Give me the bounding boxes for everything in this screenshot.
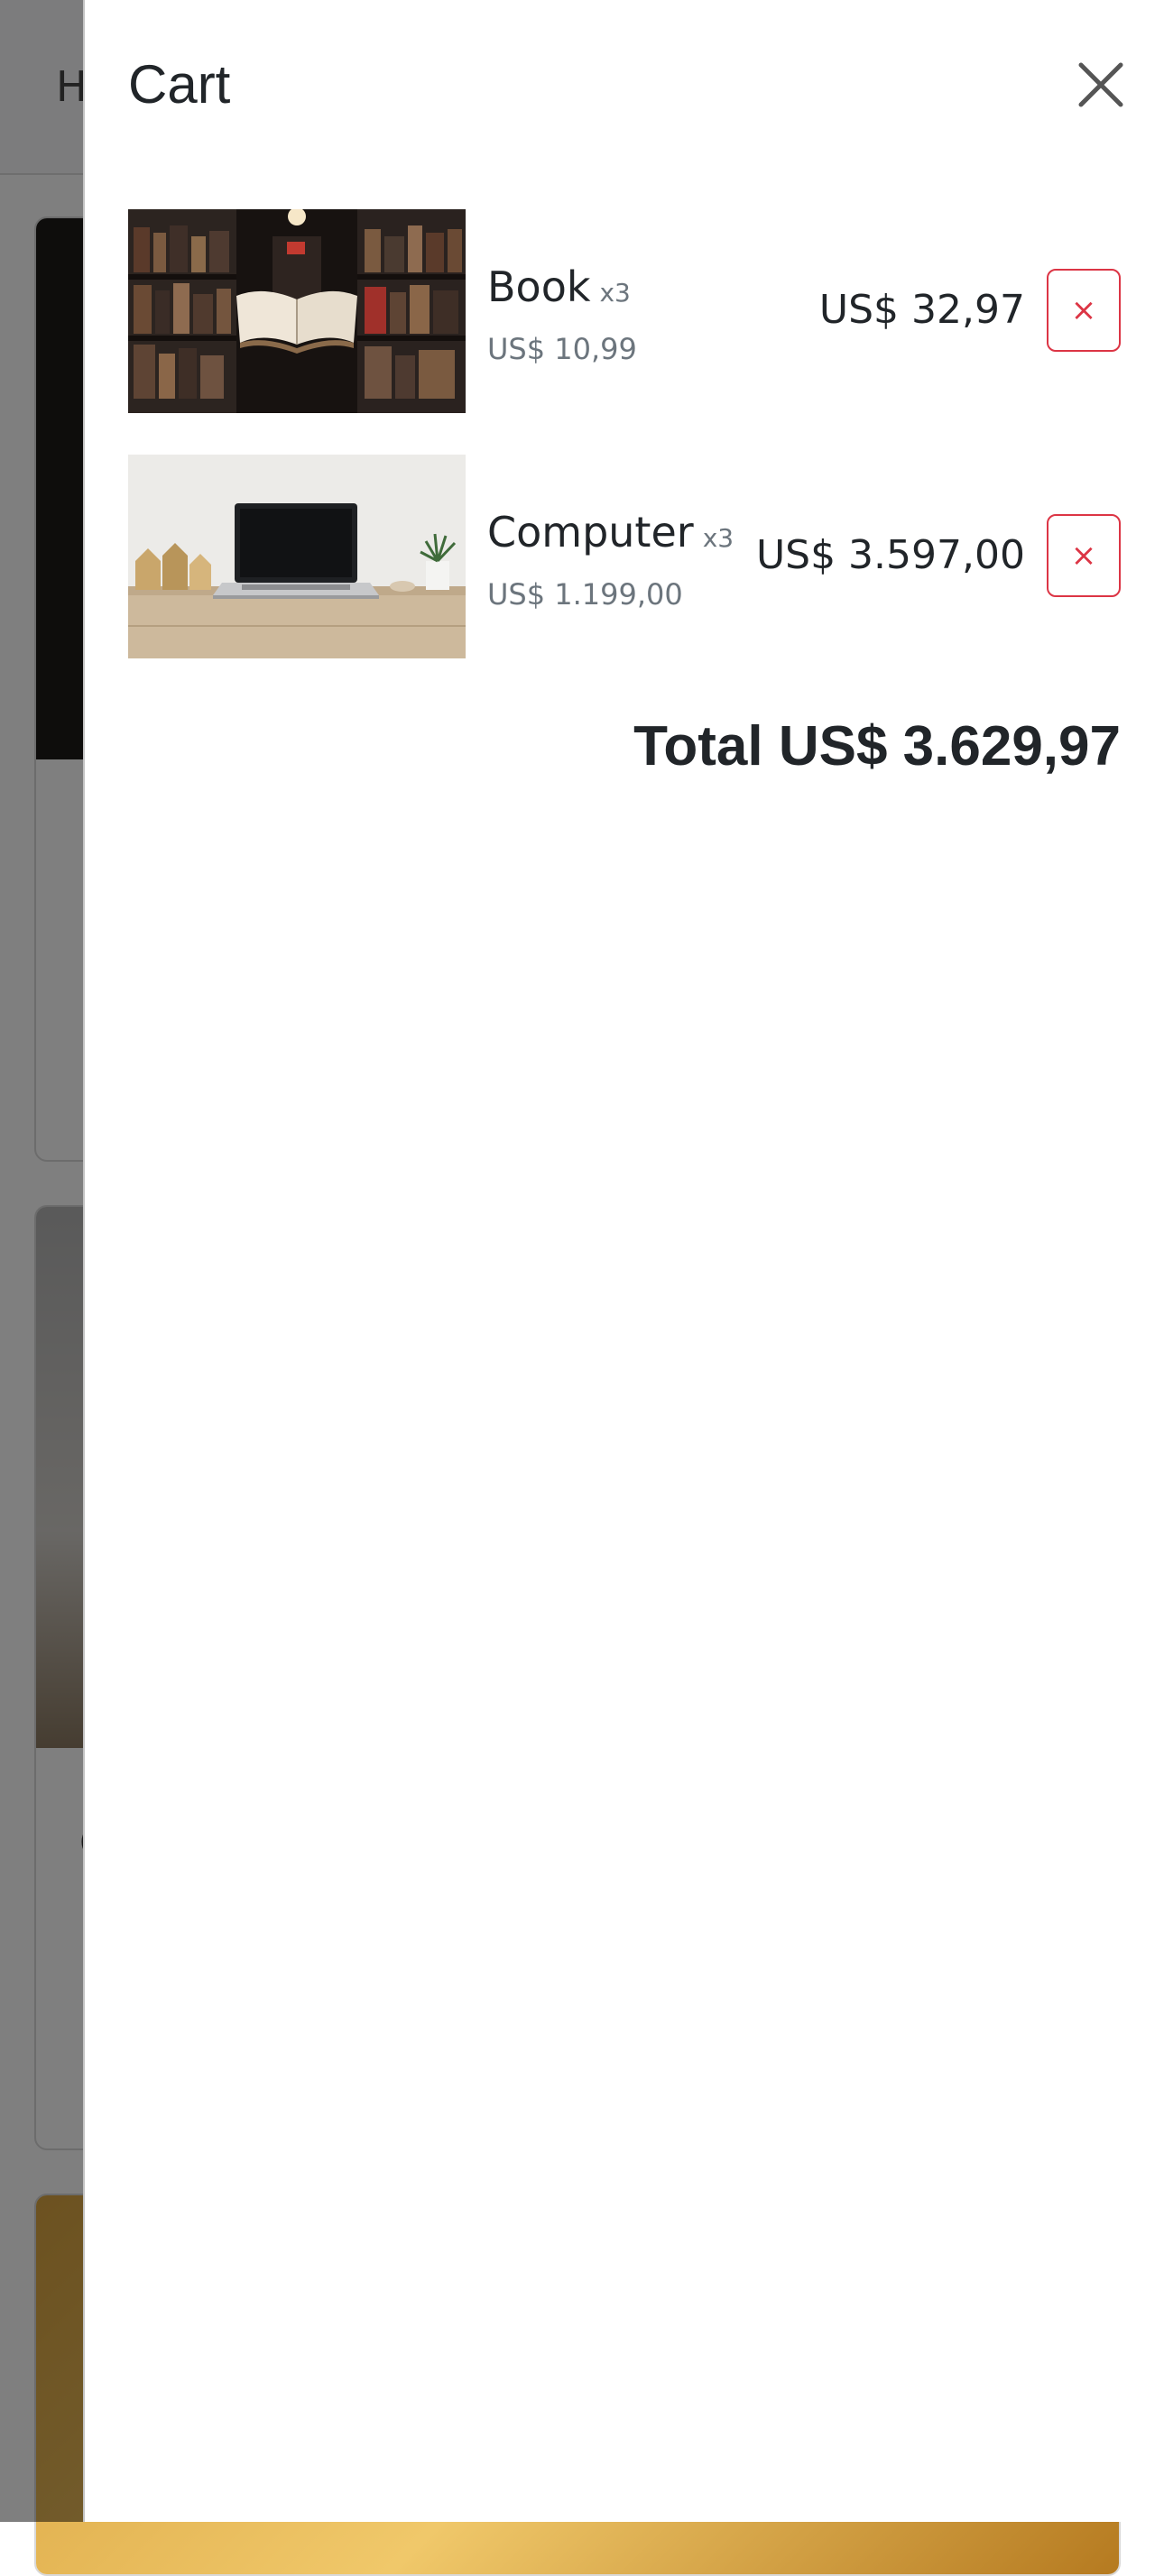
remove-item-button[interactable]: × <box>1047 269 1121 352</box>
cart-item-quantity: x3 <box>702 523 734 553</box>
cart-header: Cart <box>85 0 1164 173</box>
cart-item-list: Book x3 US$ 10,99 US$ 32,97 × Computer x… <box>128 209 1121 700</box>
cart-item-name: Book <box>487 262 591 311</box>
cart-total-label: Total <box>633 715 763 777</box>
laptop-image <box>128 455 466 658</box>
cart-item-name-row: Book x3 <box>487 260 637 320</box>
cart-item: Book x3 US$ 10,99 US$ 32,97 × <box>128 209 1121 413</box>
cart-total-value: US$ 3.629,97 <box>778 715 1121 777</box>
cart-offcanvas: Cart Book x3 US$ 10,99 US$ 32,97 × Compu… <box>83 0 1164 2522</box>
cart-item-name: Computer <box>487 508 694 557</box>
cart-item-quantity: x3 <box>599 278 631 308</box>
cart-title: Cart <box>128 54 231 115</box>
cart-item-line-total: US$ 32,97 <box>818 287 1025 333</box>
book-image <box>128 209 466 413</box>
cart-item: Computer x3 US$ 1.199,00 US$ 3.597,00 × <box>128 455 1121 658</box>
close-button[interactable] <box>1068 52 1133 117</box>
remove-item-button[interactable]: × <box>1047 514 1121 597</box>
cart-item-line-total: US$ 3.597,00 <box>755 532 1025 578</box>
cart-item-info: Book x3 US$ 10,99 <box>487 260 637 369</box>
cart-item-info: Computer x3 US$ 1.199,00 <box>487 505 734 614</box>
cart-item-unit-price: US$ 1.199,00 <box>487 577 683 612</box>
cart-item-name-row: Computer x3 <box>487 505 734 566</box>
close-icon <box>1078 62 1123 107</box>
cart-item-unit-price: US$ 10,99 <box>487 332 637 366</box>
cart-total: Total US$ 3.629,97 <box>633 711 1121 783</box>
